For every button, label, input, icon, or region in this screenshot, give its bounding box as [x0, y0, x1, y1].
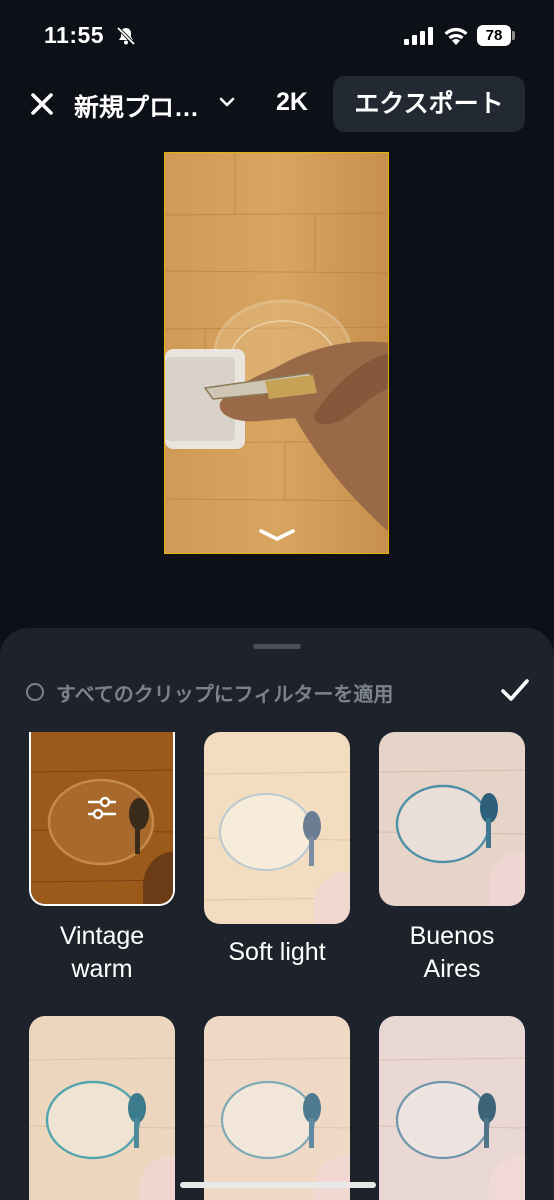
filter-thumbnail: [29, 732, 175, 906]
cellular-signal-icon: [404, 27, 433, 45]
apply-all-label: すべてのクリップにフィルターを適用: [56, 683, 394, 706]
filter-label: Buenos Aires: [409, 922, 495, 983]
sheet-grabber[interactable]: [253, 644, 301, 649]
filter-tile[interactable]: [204, 1016, 350, 1200]
checkmark-icon[interactable]: [500, 678, 530, 702]
buenos-aires-preview: [379, 732, 525, 906]
export-button[interactable]: エクスポート: [333, 76, 525, 132]
soft-light-preview: [204, 732, 350, 924]
filter-preview: [29, 1016, 175, 1200]
status-time: 11:55: [44, 22, 105, 48]
status-bar: 11:55 78: [0, 0, 554, 70]
home-indicator[interactable]: [180, 1182, 376, 1188]
filter-tile-soft-light[interactable]: Soft light: [204, 732, 350, 992]
filter-preview: [204, 1016, 350, 1200]
filter-thumbnail: [379, 732, 525, 906]
filter-label: Vintage warm: [59, 922, 145, 983]
filter-preview: [379, 1016, 525, 1200]
chevron-down-icon[interactable]: [257, 527, 297, 543]
battery-tip: [512, 31, 515, 40]
filter-tile[interactable]: [29, 1016, 175, 1200]
close-icon[interactable]: [28, 90, 56, 118]
adjust-sliders-icon[interactable]: [87, 794, 117, 822]
wifi-icon: [444, 27, 468, 45]
filter-tile-buenos-aires[interactable]: Buenos Aires: [379, 732, 525, 992]
filter-label: Soft light: [228, 938, 326, 966]
filter-tile[interactable]: [379, 1016, 525, 1200]
filter-thumbnail: [29, 1016, 175, 1200]
resolution-button[interactable]: 2K: [276, 88, 308, 117]
filter-thumbnail: [379, 1016, 525, 1200]
filter-thumbnail: [204, 1016, 350, 1200]
battery-level: 78: [477, 25, 511, 46]
filter-tile-vintage-warm[interactable]: Vintage warm: [29, 732, 175, 992]
project-title[interactable]: 新規プロ…: [74, 88, 199, 124]
filter-thumbnail: [204, 732, 350, 924]
apply-all-toggle[interactable]: すべてのクリップにフィルターを適用: [26, 678, 393, 706]
radio-icon[interactable]: [26, 683, 44, 701]
video-preview[interactable]: [164, 152, 389, 554]
preview-frame-image: [165, 153, 388, 553]
chevron-down-icon[interactable]: [219, 96, 235, 108]
bell-muted-icon: [116, 26, 136, 46]
filter-sheet: すべてのクリップにフィルターを適用 Vintage warm Soft ligh…: [0, 628, 554, 1200]
